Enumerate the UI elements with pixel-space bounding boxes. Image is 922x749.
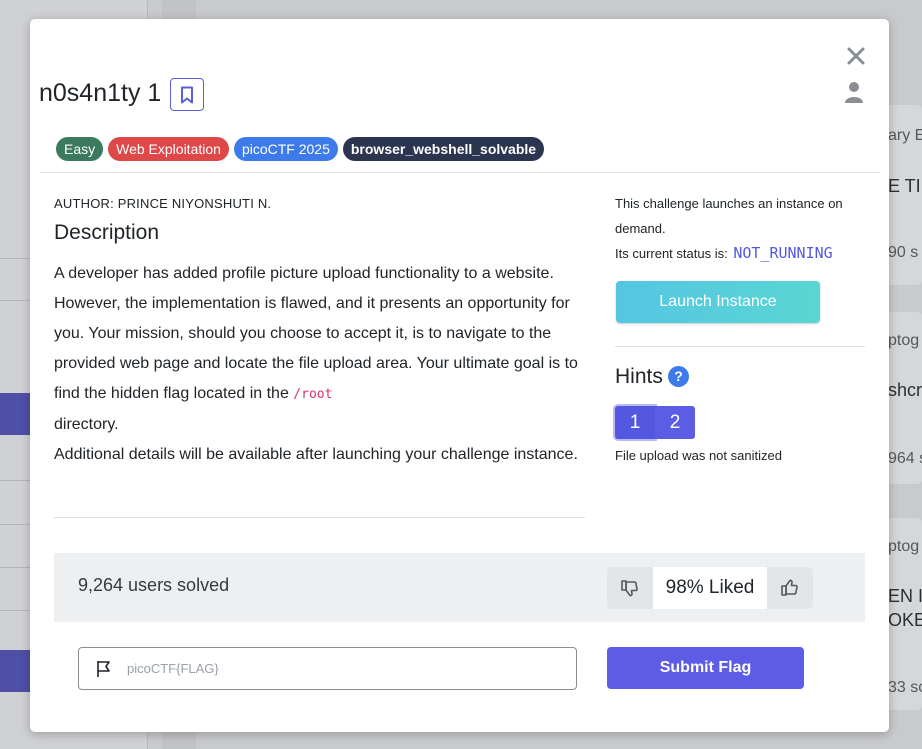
bookmark-button[interactable] [170,78,204,111]
tag-category[interactable]: Web Exploitation [108,137,229,161]
stats-bar: 9,264 users solved 98% Liked [54,553,865,622]
launch-instance-button[interactable]: Launch Instance [616,281,820,323]
hint-buttons: 1 2 [615,406,695,439]
background-text: ary E [888,127,922,144]
instance-status-value: NOT_RUNNING [733,244,833,262]
description-code: /root [293,387,333,402]
divider [40,172,880,173]
background-text: 90 s [888,244,919,261]
background-text: EN I [888,586,922,606]
background-active-item [0,650,30,692]
hints-heading: Hints [615,365,663,388]
background-text: ptog [888,538,920,555]
challenge-title: n0s4n1ty 1 [39,79,162,107]
description-text: A developer has added profile picture up… [54,259,589,470]
tag-browser-webshell[interactable]: browser_webshell_solvable [342,137,545,161]
divider [54,517,585,518]
tag-event[interactable]: picoCTF 2025 [233,137,338,161]
background-text: 33 so [888,679,922,696]
instance-info: This challenge launches an instance on d… [615,196,843,236]
description-heading: Description [54,221,160,244]
submit-flag-button[interactable]: Submit Flag [607,647,804,689]
background-text: shcr [888,380,922,400]
hint-button-2[interactable]: 2 [655,406,695,439]
flag-icon [97,661,110,677]
liked-percent: 98% Liked [665,577,755,598]
divider [615,346,865,347]
tag-difficulty[interactable]: Easy [56,137,104,161]
solved-count: 9,264 users solved [78,575,230,595]
flag-input-group [78,647,577,690]
background-text: OKE [888,610,922,630]
instance-status: Its current status is: NOT_RUNNING [615,244,833,262]
background-text: ptog [888,332,920,349]
hint-button-1[interactable]: 1 [615,406,655,439]
dislike-button[interactable] [607,567,653,609]
close-icon[interactable] [845,45,867,67]
like-controls: 98% Liked [607,567,813,609]
hint-text: File upload was not sanitized [615,448,782,463]
instance-status-label: Its current status is: [615,246,728,261]
tag-list: Easy Web Exploitation picoCTF 2025 brows… [56,137,545,161]
like-button[interactable] [767,567,813,609]
challenge-modal: n0s4n1ty 1 Easy Web Exploitation picoCTF… [30,19,889,732]
background-text: E TIM [888,176,922,196]
thumbs-up-icon [781,579,798,596]
help-icon[interactable]: ? [668,366,689,387]
flag-input[interactable] [127,649,567,688]
description-part-3: Additional details will be available aft… [54,446,578,463]
background-text: 964 s [888,450,922,467]
thumbs-down-icon [621,580,638,597]
background-active-item [0,393,30,435]
description-part-2: directory. [54,416,119,433]
description-part-1: A developer has added profile picture up… [54,265,578,402]
author-label: AUTHOR: PRINCE NIYONSHUTI N. [54,196,272,211]
bookmark-icon [181,86,193,103]
user-icon[interactable] [844,81,864,103]
